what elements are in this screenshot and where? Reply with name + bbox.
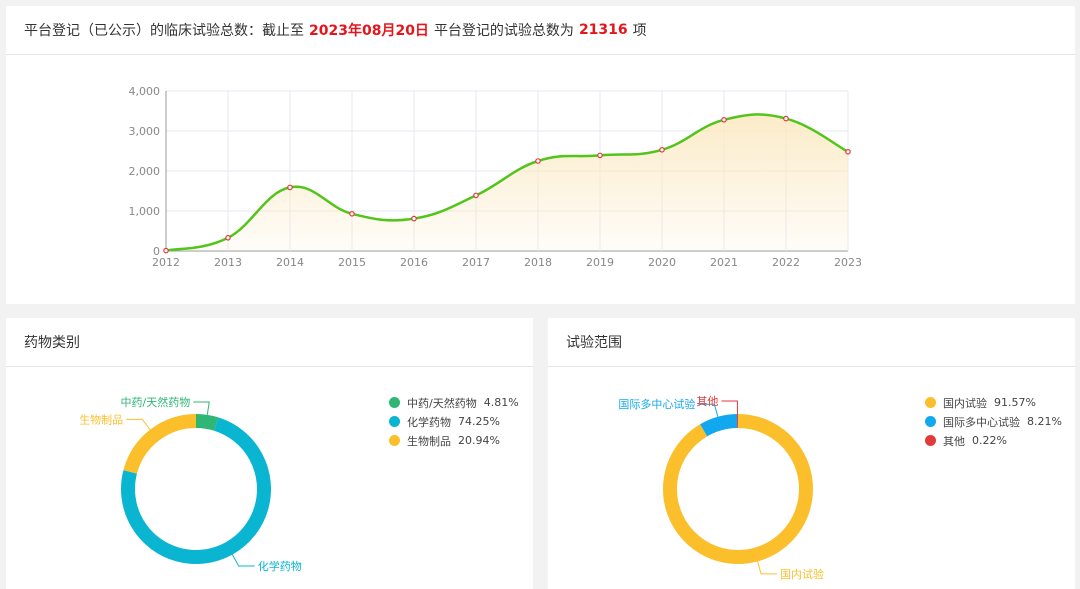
- slice-label: 国际多中心试验: [618, 397, 695, 411]
- x-tick-label: 2018: [524, 256, 552, 269]
- slice-leader-line: [721, 400, 738, 415]
- header-prefix: 平台登记（已公示）的临床试验总数：截止至: [24, 23, 304, 39]
- drug-category-title: 药物类别: [24, 335, 80, 351]
- donut-slice: [195, 414, 219, 431]
- legend-dot-icon: [925, 435, 936, 446]
- data-point: [349, 211, 355, 217]
- legend-label: 国际多中心试验: [943, 415, 1020, 429]
- data-point: [783, 115, 789, 122]
- legend-dot-icon: [389, 397, 400, 408]
- drug-category-legend: 中药/天然药物 4.81% 化学药物 74.25% 生物制品 20.94%: [389, 393, 519, 450]
- x-tick-label: 2013: [214, 256, 242, 269]
- x-tick-label: 2021: [710, 256, 738, 269]
- x-tick-label: 2014: [276, 256, 304, 269]
- y-tick-label: 2,000: [129, 165, 161, 178]
- legend-item[interactable]: 生物制品 20.94%: [389, 431, 519, 450]
- data-point: [473, 192, 479, 199]
- trial-scope-header: 试验范围: [548, 318, 1075, 367]
- donut-slice: [700, 414, 738, 437]
- legend-label: 国内试验: [943, 396, 987, 410]
- data-point: [411, 215, 417, 222]
- legend-percent: 20.94%: [458, 434, 500, 447]
- header-suffix: 项: [632, 23, 647, 39]
- data-point: [535, 158, 541, 164]
- x-tick-label: 2019: [586, 256, 614, 269]
- legend-percent: 0.22%: [972, 434, 1007, 447]
- data-point: [597, 152, 603, 159]
- data-point: [845, 149, 851, 155]
- x-tick-label: 2023: [834, 256, 862, 269]
- legend-label: 化学药物: [407, 415, 451, 429]
- x-tick-label: 2017: [462, 256, 490, 269]
- slice-leader-line: [126, 418, 151, 430]
- data-point: [225, 235, 231, 241]
- drug-category-header: 药物类别: [6, 318, 533, 367]
- slice-leader-line: [193, 401, 210, 415]
- x-tick-label: 2022: [772, 256, 800, 269]
- x-tick-label: 2016: [400, 256, 428, 269]
- slice-leader-line: [231, 554, 255, 567]
- x-tick-label: 2015: [338, 256, 366, 269]
- legend-dot-icon: [925, 416, 936, 427]
- legend-item[interactable]: 国内试验 91.57%: [925, 393, 1062, 412]
- header-total: 21316: [578, 22, 628, 38]
- y-tick-label: 4,000: [129, 85, 161, 98]
- data-point: [659, 147, 665, 153]
- trial-scope-legend: 国内试验 91.57% 国际多中心试验 8.21% 其他 0.22%: [925, 393, 1062, 450]
- slice-label: 中药/天然药物: [121, 395, 191, 409]
- area-fill: [166, 114, 848, 251]
- y-tick-label: 1,000: [129, 205, 161, 218]
- trend-header: 平台登记（已公示）的临床试验总数：截止至 2023年08月20日 平台登记的试验…: [6, 6, 1075, 55]
- legend-percent: 74.25%: [458, 415, 500, 428]
- slice-leader-line: [757, 561, 778, 575]
- trial-scope-panel: 试验范围 国内试验 国际多中心试验 其他 国内试验 91.57% 国际多中心试验 8.21…: [548, 318, 1075, 589]
- legend-dot-icon: [925, 397, 936, 408]
- x-tick-label: 2012: [152, 256, 180, 269]
- donut-slice: [123, 414, 197, 474]
- trial-scope-title: 试验范围: [566, 335, 622, 351]
- legend-percent: 8.21%: [1027, 415, 1062, 428]
- donut-slice: [663, 414, 813, 564]
- data-point: [721, 117, 727, 123]
- header-middle: 平台登记的试验总数为: [433, 23, 574, 39]
- legend-percent: 4.81%: [483, 396, 519, 409]
- legend-label: 中药/天然药物: [407, 396, 477, 410]
- y-tick-label: 3,000: [129, 125, 161, 138]
- legend-item[interactable]: 化学药物 74.25%: [389, 412, 519, 431]
- slice-label: 生物制品: [79, 412, 123, 426]
- slice-label: 国内试验: [780, 567, 824, 581]
- header-date: 2023年08月20日: [309, 23, 429, 39]
- legend-dot-icon: [389, 435, 400, 446]
- trend-panel: 平台登记（已公示）的临床试验总数：截止至 2023年08月20日 平台登记的试验…: [6, 6, 1075, 304]
- legend-item[interactable]: 国际多中心试验 8.21%: [925, 412, 1062, 431]
- legend-item[interactable]: 其他 0.22%: [925, 431, 1062, 450]
- drug-category-panel: 药物类别 中药/天然药物 化学药物 生物制品 中药/天然药物 4.81% 化学药物 74.…: [6, 318, 533, 589]
- legend-percent: 91.57%: [994, 396, 1036, 409]
- legend-item[interactable]: 中药/天然药物 4.81%: [389, 393, 519, 412]
- legend-label: 生物制品: [407, 434, 451, 448]
- trend-line-chart: 01,0002,0003,0004,0002012 2013 2014 2015 201…: [129, 85, 863, 269]
- data-point: [287, 184, 293, 191]
- legend-label: 其他: [943, 434, 965, 448]
- x-tick-label: 2020: [648, 256, 676, 269]
- slice-label: 化学药物: [258, 559, 302, 573]
- data-point: [163, 247, 169, 254]
- slice-label: 其他: [696, 395, 718, 408]
- legend-dot-icon: [389, 416, 400, 427]
